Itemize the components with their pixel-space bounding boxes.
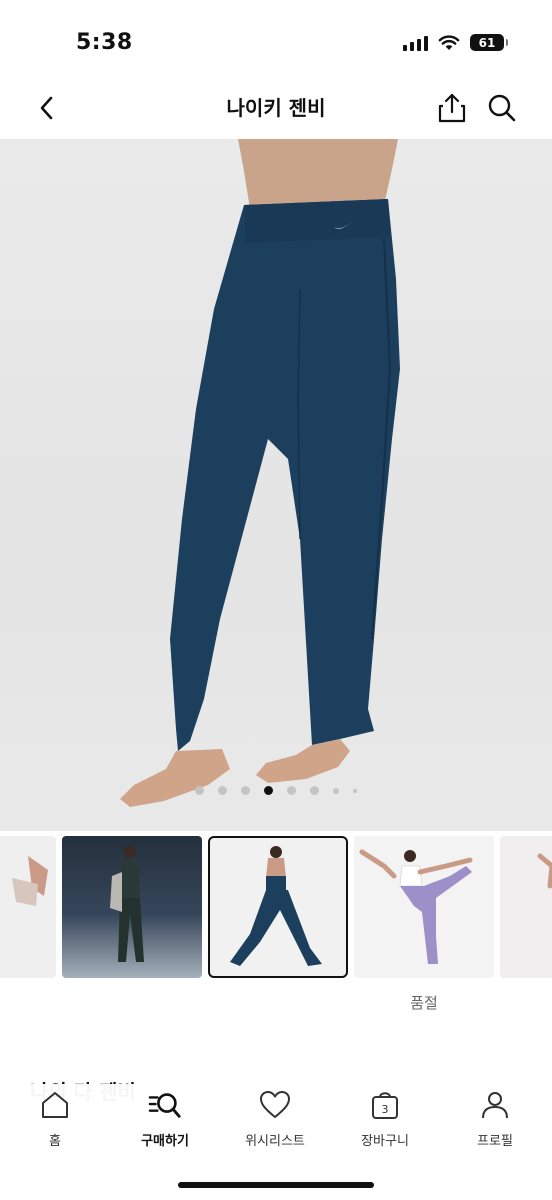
thumbnail-item[interactable] [62,836,202,978]
thumbnail-item-selected[interactable] [208,836,348,978]
carousel-dot[interactable] [241,786,250,795]
nav-label: 구매하기 [141,1134,189,1149]
thumbnail-image [230,846,322,966]
search-button[interactable] [482,88,522,128]
carousel-dot-active[interactable] [264,786,273,795]
page-header: 나이키 젠비 [0,80,552,138]
nav-profile[interactable]: 프로필 [440,1088,550,1158]
thumbnail-item[interactable] [500,836,552,978]
carousel-dot[interactable] [218,786,227,795]
profile-icon [482,1092,508,1119]
carousel-dot[interactable] [353,788,357,793]
thumbnail-item[interactable] [0,836,56,978]
signal-icon [403,35,428,51]
thumbnail-image [537,853,552,889]
nav-label: 프로필 [477,1134,513,1149]
share-icon [438,93,466,123]
nav-label: 위시리스트 [245,1134,305,1149]
thumbnail-image [359,849,473,964]
heart-icon [260,1091,290,1118]
sold-out-label: 품절 [410,994,438,1012]
product-image-carousel[interactable] [0,139,552,831]
cart-icon: 3 [372,1092,398,1119]
thumbnail-item[interactable] [354,836,494,978]
search-icon [488,94,516,122]
thumbnail-image [12,856,48,906]
share-button[interactable] [432,88,472,128]
nav-home[interactable]: 홈 [0,1088,110,1158]
nav-label: 홈 [49,1134,61,1149]
nav-wishlist[interactable]: 위시리스트 [220,1088,330,1158]
cart-badge: 3 [382,1103,389,1116]
carousel-dot[interactable] [310,786,319,795]
nav-label: 장바구니 [361,1134,409,1149]
wifi-icon [438,34,460,50]
carousel-indicator [0,786,552,795]
nav-cart[interactable]: 3 장바구니 [330,1088,440,1158]
bottom-nav: 홈 구매하기 위시리스트 3 장바구니 프로필 [0,1084,552,1200]
status-icons: 61 [403,34,508,51]
battery-level: 61 [478,35,496,50]
home-icon [42,1092,68,1118]
status-bar: 5:38 61 [0,0,552,88]
shop-search-icon [148,1093,181,1118]
home-indicator [178,1182,374,1188]
status-time: 5:38 [76,30,133,55]
battery-icon: 61 [470,34,508,51]
carousel-dot[interactable] [287,786,296,795]
product-image [120,139,400,807]
thumbnail-strip[interactable] [0,836,552,978]
thumbnail-image [110,846,144,962]
carousel-dot[interactable] [333,787,339,794]
nav-shop[interactable]: 구매하기 [110,1088,220,1158]
carousel-dot[interactable] [195,786,204,795]
